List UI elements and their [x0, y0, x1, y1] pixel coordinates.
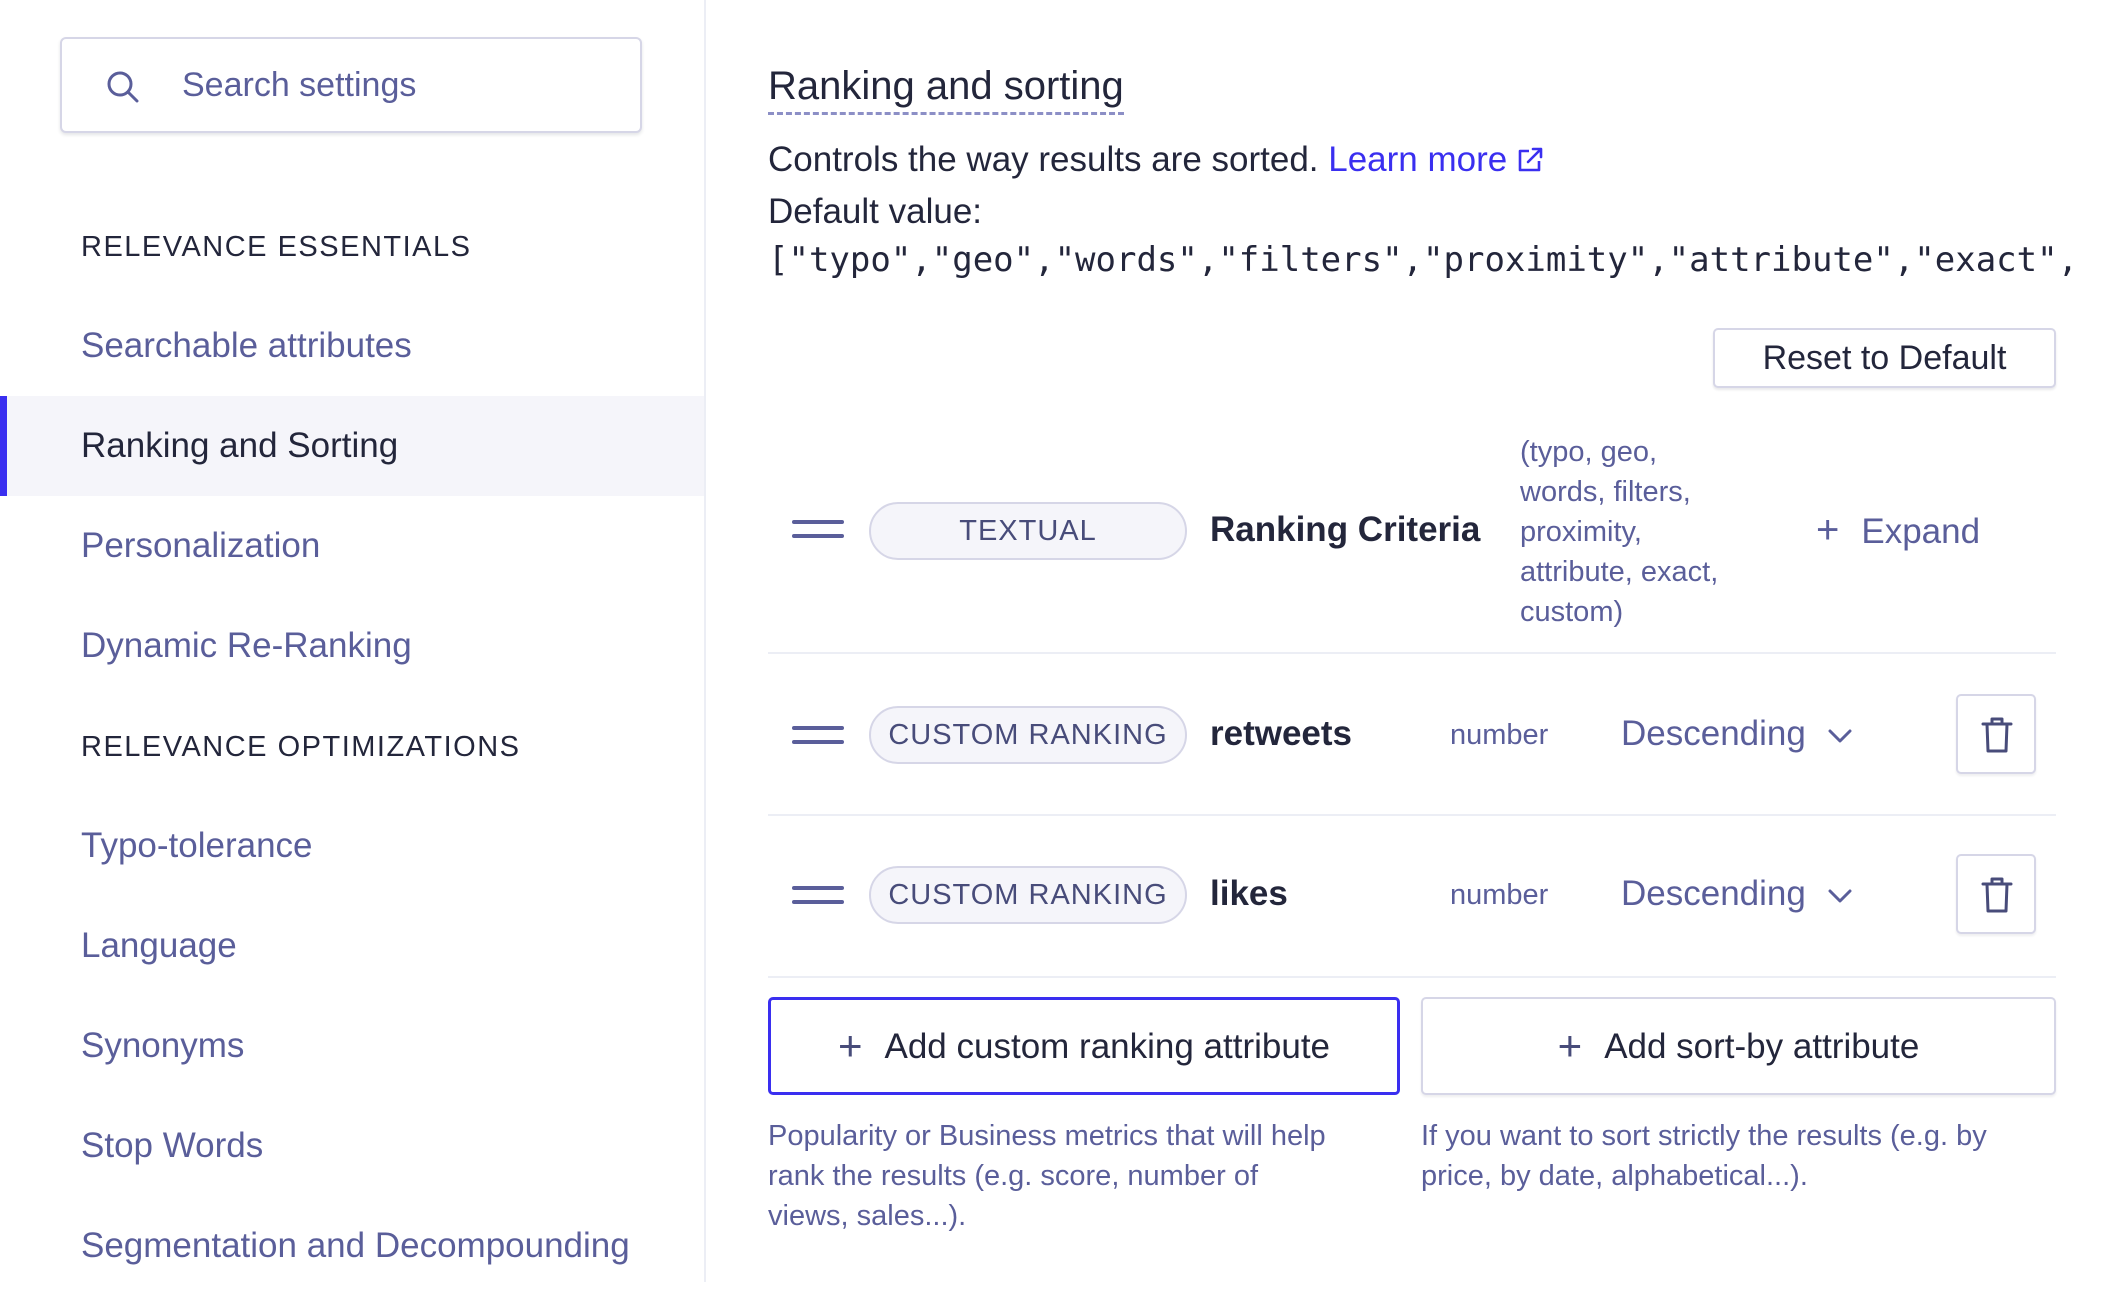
help-line: rank the results (e.g. score, number of [768, 1160, 1258, 1192]
delete-button[interactable] [1956, 854, 2036, 934]
default-value-label: Default value: [768, 192, 983, 231]
order-select-value: Descending [1621, 714, 1806, 753]
order-select[interactable]: Descending [1621, 714, 1852, 754]
criteria-tag: TEXTUAL [869, 502, 1187, 560]
external-link-icon [1518, 147, 1543, 172]
help-line: Popularity or Business metrics that will… [768, 1120, 1326, 1152]
search-box[interactable] [60, 37, 642, 133]
add-sort-by-attribute-button[interactable]: + Add sort-by attribute [1421, 997, 2056, 1095]
attribute-name: likes [1210, 874, 1288, 913]
sidebar-item-language[interactable]: Language [0, 896, 704, 996]
add-sort-help-text: If you want to sort strictly the results… [1421, 1116, 2061, 1196]
search-input[interactable] [182, 59, 612, 111]
plus-icon: + [1816, 508, 1840, 552]
add-sort-by-label: Add sort-by attribute [1604, 1026, 1920, 1066]
trash-icon [1981, 717, 2013, 753]
description-text: Controls the way results are sorted. [768, 140, 1319, 179]
attribute-type: number [1450, 879, 1549, 911]
drag-handle-icon[interactable] [792, 726, 844, 750]
chevron-down-icon [1828, 889, 1852, 903]
page-title: Ranking and sorting [768, 62, 1124, 115]
reset-to-default-button[interactable]: Reset to Default [1713, 328, 2056, 388]
add-custom-ranking-attribute-button[interactable]: + Add custom ranking attribute [768, 997, 1400, 1095]
criteria-list: (typo, geo, words, filters, proximity, a… [1520, 432, 1760, 632]
sidebar-item-segmentation-and-decompounding[interactable]: Segmentation and Decompounding [0, 1196, 704, 1296]
custom-ranking-tag: CUSTOM RANKING [869, 706, 1187, 764]
expand-button[interactable]: + Expand [1816, 508, 1980, 553]
sidebar-item-searchable-attributes[interactable]: Searchable attributes [0, 296, 704, 396]
section-header-relevance-essentials: RELEVANCE ESSENTIALS [81, 231, 472, 263]
expand-label: Expand [1861, 512, 1981, 551]
drag-handle-icon[interactable] [792, 520, 844, 544]
help-line: If you want to sort strictly the results… [1421, 1120, 1987, 1152]
criteria-list-line: (typo, geo, [1520, 436, 1658, 468]
description: Controls the way results are sorted. Lea… [768, 140, 1545, 180]
ranking-criteria-row: TEXTUAL Ranking Criteria (typo, geo, wor… [768, 432, 2056, 654]
criteria-name: Ranking Criteria [1210, 510, 1481, 549]
search-icon [107, 71, 139, 103]
help-line: views, sales...). [768, 1200, 967, 1232]
order-select[interactable]: Descending [1621, 874, 1852, 914]
learn-more-label: Learn more [1328, 140, 1508, 179]
add-custom-ranking-label: Add custom ranking attribute [884, 1026, 1331, 1066]
sidebar-item-personalization[interactable]: Personalization [0, 496, 704, 596]
drag-handle-icon[interactable] [792, 886, 844, 910]
delete-button[interactable] [1956, 694, 2036, 774]
sidebar-item-dynamic-re-ranking[interactable]: Dynamic Re-Ranking [0, 596, 704, 696]
add-custom-help-text: Popularity or Business metrics that will… [768, 1116, 1400, 1236]
custom-ranking-row: CUSTOM RANKING retweets number Descendin… [768, 654, 2056, 816]
sidebar-item-ranking-and-sorting[interactable]: Ranking and Sorting [0, 396, 704, 496]
plus-icon: + [837, 1021, 863, 1069]
sidebar-item-typo-tolerance[interactable]: Typo-tolerance [0, 796, 704, 896]
criteria-list-line: words, filters, [1520, 476, 1691, 508]
help-line: price, by date, alphabetical...). [1421, 1160, 1808, 1192]
section-header-relevance-optimizations: RELEVANCE OPTIMIZATIONS [81, 731, 521, 763]
order-select-value: Descending [1621, 874, 1806, 913]
sidebar-item-synonyms[interactable]: Synonyms [0, 996, 704, 1096]
plus-icon: + [1557, 1021, 1583, 1069]
trash-icon [1981, 877, 2013, 913]
custom-ranking-tag: CUSTOM RANKING [869, 866, 1187, 924]
sidebar-item-stop-words[interactable]: Stop Words [0, 1096, 704, 1196]
criteria-list-line: attribute, exact, [1520, 556, 1719, 588]
learn-more-link[interactable]: Learn more [1328, 140, 1545, 179]
criteria-list-line: proximity, [1520, 516, 1642, 548]
sidebar: RELEVANCE ESSENTIALS Searchable attribut… [0, 0, 706, 1282]
attribute-type: number [1450, 719, 1549, 751]
default-value: ["typo","geo","words","filters","proximi… [768, 240, 2079, 280]
custom-ranking-row: CUSTOM RANKING likes number Descending [768, 814, 2056, 978]
criteria-list-line: custom) [1520, 596, 1624, 628]
attribute-name: retweets [1210, 714, 1353, 753]
chevron-down-icon [1828, 729, 1852, 743]
